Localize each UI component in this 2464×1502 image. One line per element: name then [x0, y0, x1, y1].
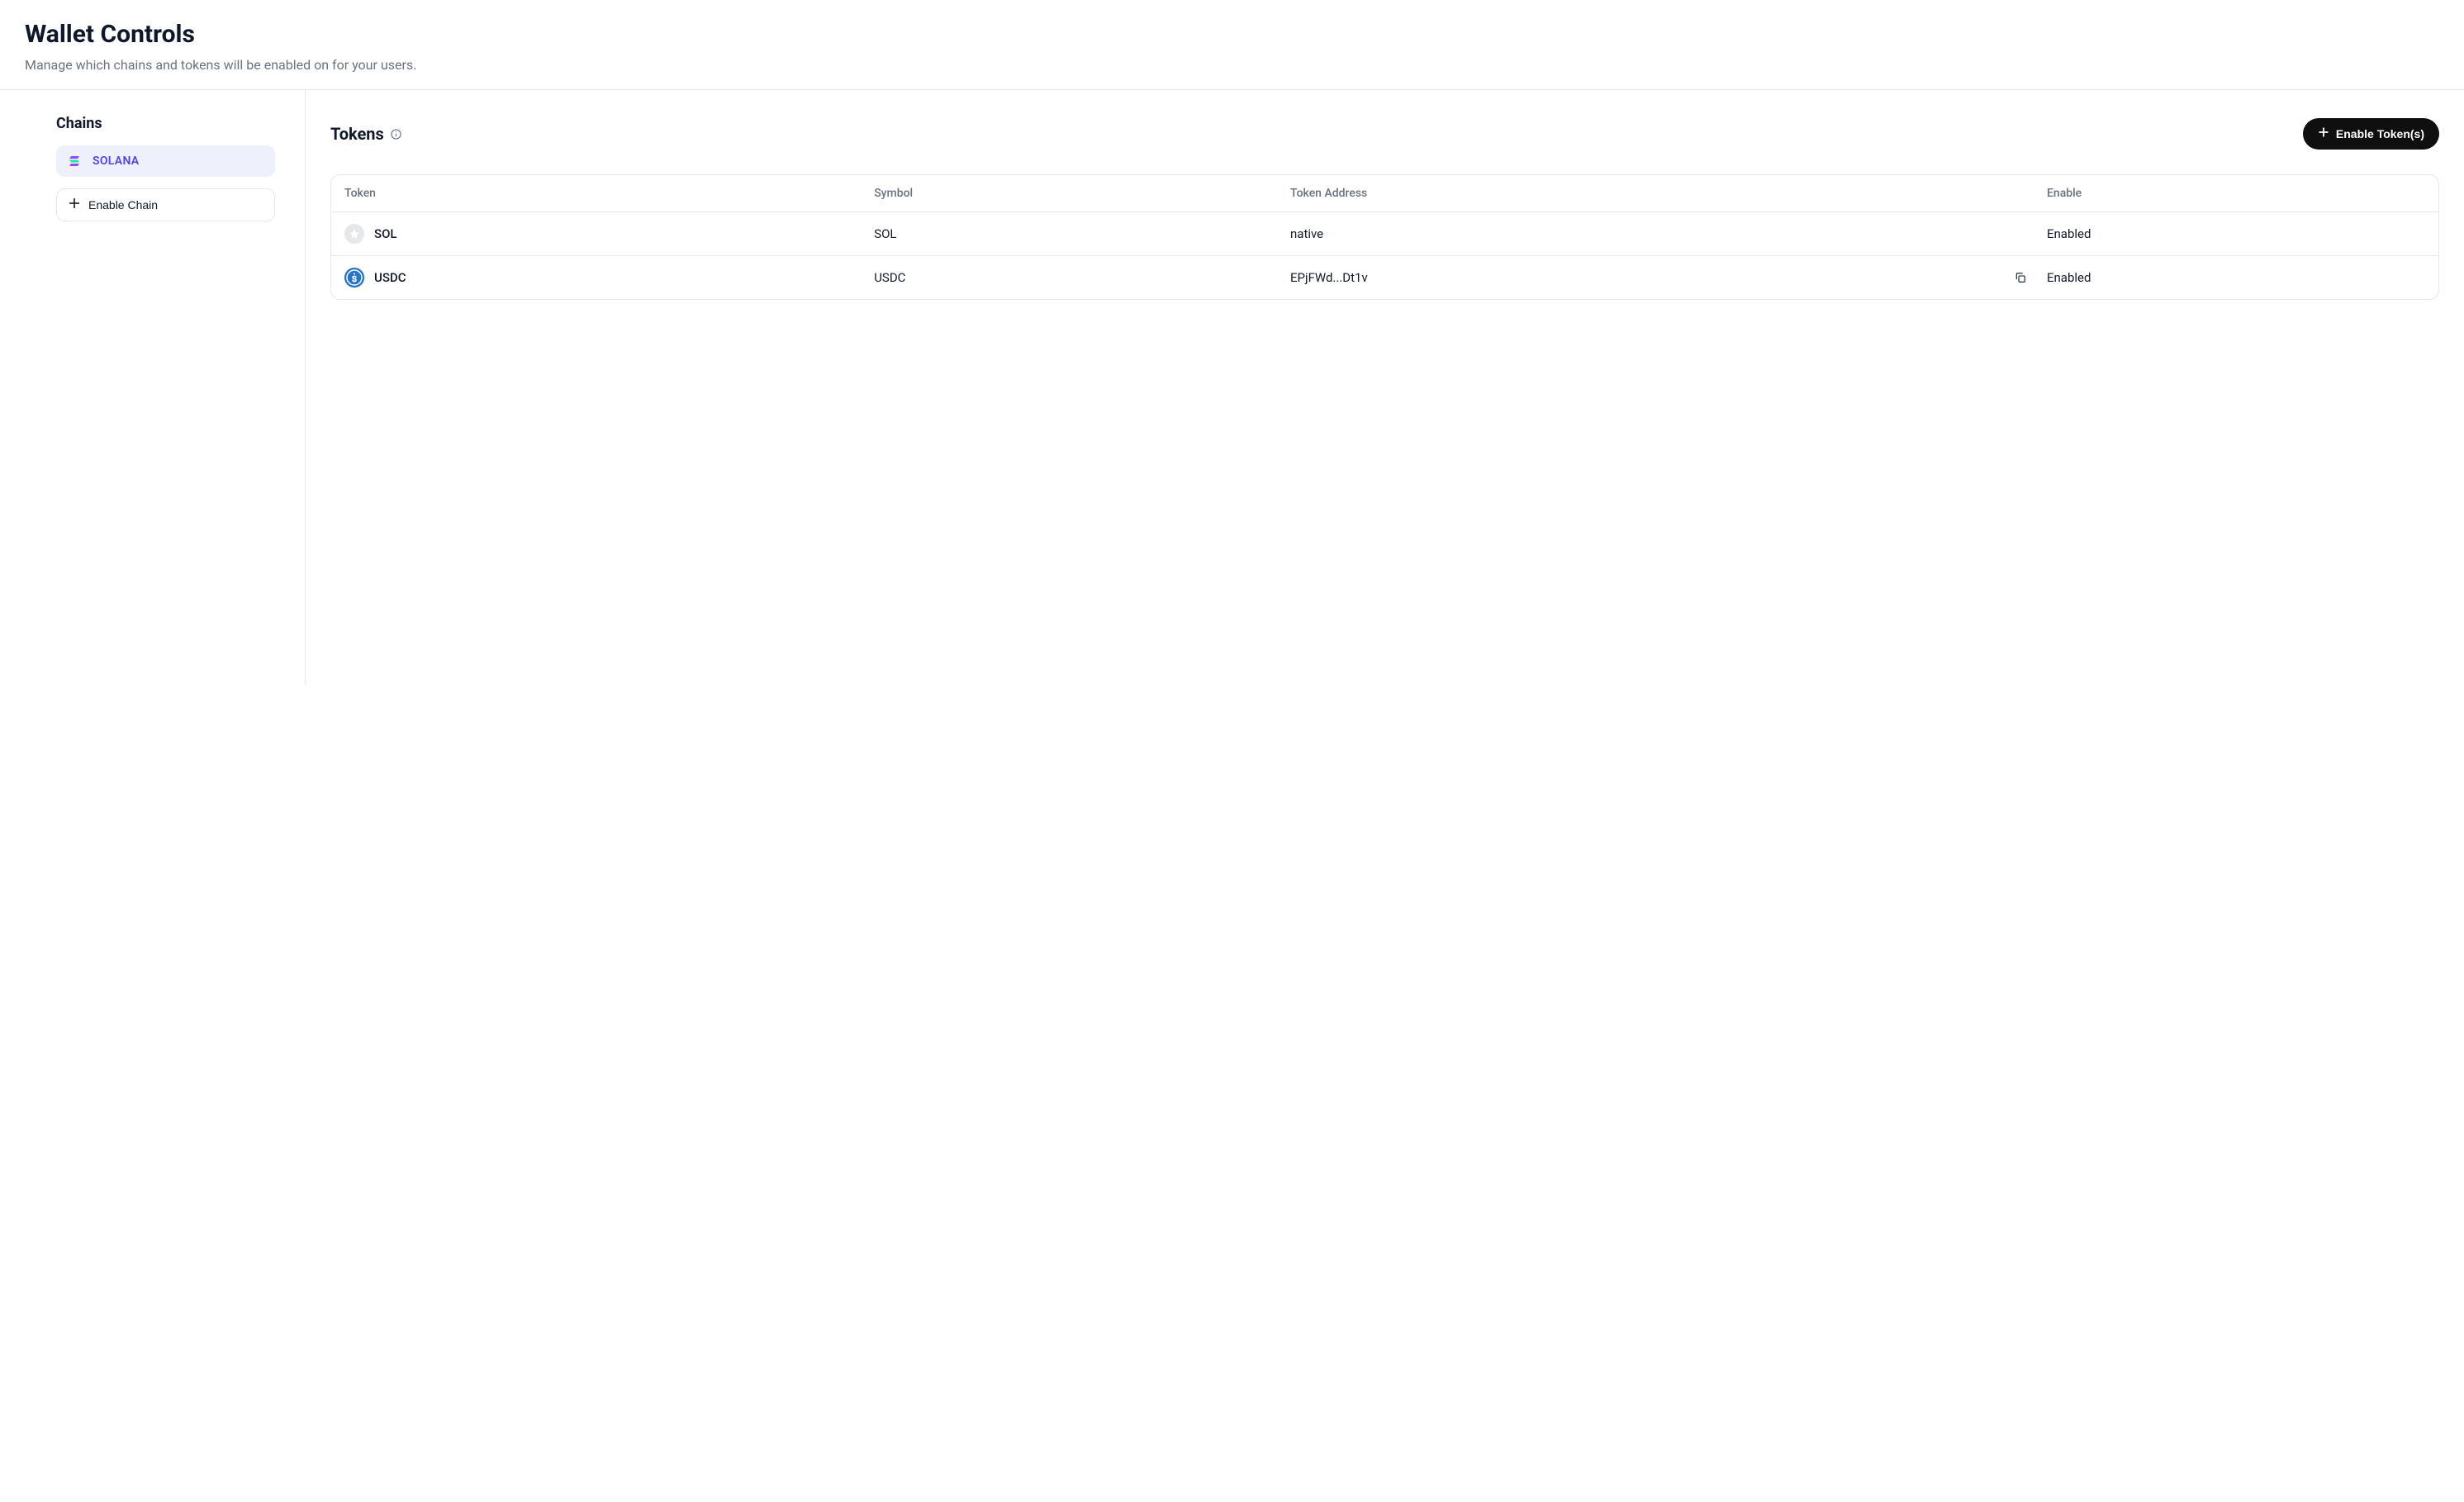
plus-icon	[2318, 126, 2329, 141]
token-address: EPjFWd...Dt1v	[1290, 270, 1368, 285]
star-icon	[344, 224, 364, 244]
column-header-symbol: Symbol	[874, 187, 1290, 200]
table-row: SOL SOL native Enabled	[331, 212, 2438, 256]
copy-icon[interactable]	[2014, 271, 2027, 284]
token-symbol: USDC	[874, 270, 1290, 285]
enable-tokens-button[interactable]: Enable Token(s)	[2303, 118, 2439, 150]
token-name: USDC	[374, 270, 406, 285]
info-icon[interactable]	[391, 128, 402, 140]
tokens-title: Tokens	[330, 124, 384, 144]
main-panel: Tokens	[306, 90, 2464, 685]
sidebar-title: Chains	[56, 115, 275, 132]
sidebar: Chains SOLANA En	[0, 90, 306, 685]
token-enable-status: Enabled	[2047, 270, 2425, 285]
page-subtitle: Manage which chains and tokens will be e…	[25, 57, 2439, 73]
chain-label: SOLANA	[93, 154, 139, 168]
page-title: Wallet Controls	[25, 20, 2439, 49]
enable-chain-label: Enable Chain	[88, 198, 158, 212]
token-symbol: SOL	[874, 226, 1290, 241]
table-header-row: Token Symbol Token Address Enable	[331, 175, 2438, 212]
enable-chain-button[interactable]: Enable Chain	[56, 188, 275, 221]
tokens-table: Token Symbol Token Address Enable SOL	[330, 174, 2439, 300]
plus-icon	[69, 197, 80, 212]
enable-tokens-label: Enable Token(s)	[2336, 127, 2424, 140]
page-header: Wallet Controls Manage which chains and …	[0, 0, 2464, 90]
token-name: SOL	[374, 226, 397, 241]
column-header-enable: Enable	[2047, 187, 2425, 200]
table-row: USDC USDC EPjFWd...Dt1v Enabled	[331, 256, 2438, 299]
token-address: native	[1290, 226, 1323, 241]
column-header-address: Token Address	[1290, 187, 2047, 200]
column-header-token: Token	[344, 187, 874, 200]
solana-icon	[68, 154, 83, 169]
usdc-icon	[344, 268, 364, 288]
token-enable-status: Enabled	[2047, 226, 2425, 241]
sidebar-item-solana[interactable]: SOLANA	[56, 145, 275, 177]
